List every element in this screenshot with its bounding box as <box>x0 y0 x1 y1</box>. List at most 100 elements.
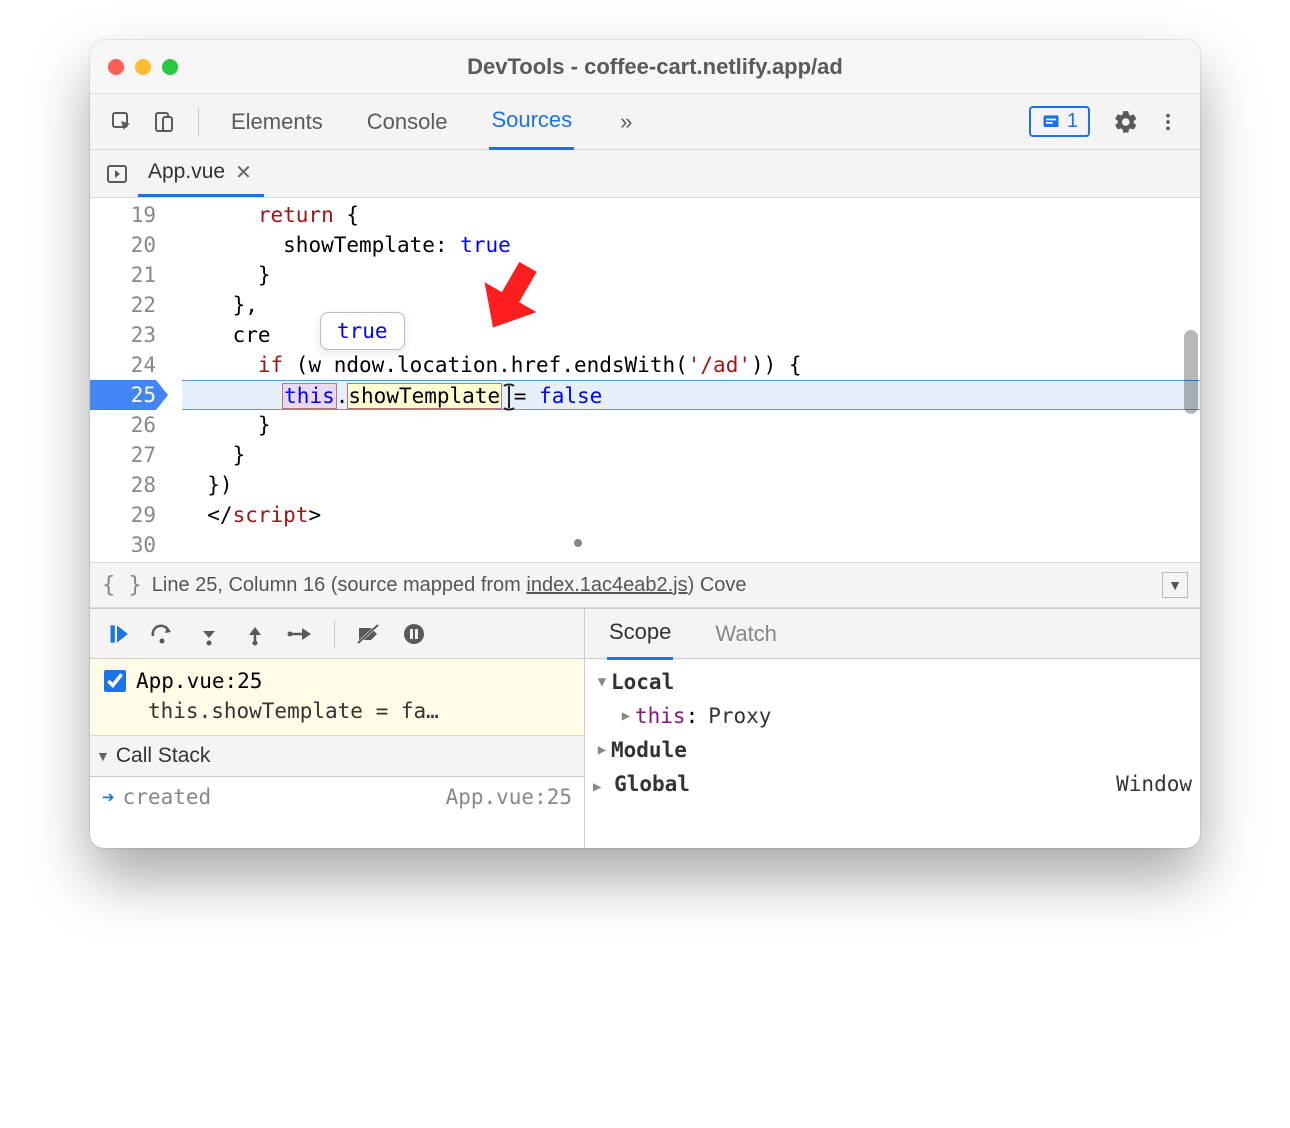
navigator-toggle-icon[interactable] <box>100 157 134 191</box>
call-stack-frame[interactable]: ➔ created App.vue:25 <box>90 777 584 817</box>
scope-local[interactable]: ▼ Local <box>593 665 1192 699</box>
call-stack-header[interactable]: ▼ Call Stack <box>90 736 584 777</box>
code-line: showTemplate: true <box>182 230 1200 260</box>
status-dropdown-icon[interactable]: ▼ <box>1162 572 1188 598</box>
settings-icon[interactable] <box>1108 104 1144 140</box>
scope-this[interactable]: ▶ this: Proxy <box>593 699 1192 733</box>
pretty-print-icon[interactable]: { } <box>102 573 142 598</box>
step-into-button[interactable] <box>194 619 224 649</box>
breakpoint-checkbox[interactable] <box>104 670 126 692</box>
step-out-button[interactable] <box>240 619 270 649</box>
devtools-window: DevTools - coffee-cart.netlify.app/ad El… <box>90 40 1200 848</box>
more-tabs-icon[interactable]: » <box>620 109 632 135</box>
scope-module[interactable]: ▶ Module <box>593 733 1192 767</box>
separator <box>334 620 335 648</box>
disclosure-triangle-icon: ▶ <box>617 708 635 724</box>
code-line: if (window.location.href.endsWith('/ad')… <box>182 350 1200 380</box>
tab-console[interactable]: Console <box>365 95 450 149</box>
line-number[interactable]: 22 <box>90 290 156 320</box>
pause-exceptions-button[interactable] <box>399 619 429 649</box>
status-text: Line 25, Column 16 (source mapped from i… <box>152 574 1152 597</box>
line-number[interactable]: 28 <box>90 470 156 500</box>
scrollbar-thumb[interactable] <box>1184 330 1198 414</box>
scope-tree: ▼ Local ▶ this: Proxy ▶ Module ▶ Global <box>585 659 1200 807</box>
line-number[interactable]: 21 <box>90 260 156 290</box>
zoom-window-button[interactable] <box>162 59 178 75</box>
execution-line: this.showTemplate = false <box>182 380 1200 410</box>
scope-key: this <box>635 704 686 728</box>
status-bar: { } Line 25, Column 16 (source mapped fr… <box>90 562 1200 608</box>
inspect-element-icon[interactable] <box>104 104 140 140</box>
resume-button[interactable] <box>102 619 132 649</box>
line-number[interactable]: 29 <box>90 500 156 530</box>
scope-watch-pane: Scope Watch ▼ Local ▶ this: Proxy ▶ Modu… <box>585 609 1200 848</box>
deactivate-breakpoints-button[interactable] <box>353 619 383 649</box>
code-editor[interactable]: 19 20 21 22 23 24 25 26 27 28 29 30 retu… <box>90 198 1200 562</box>
line-number[interactable]: 19 <box>90 200 156 230</box>
code-line: return { <box>182 200 1200 230</box>
call-stack-title: Call Stack <box>116 744 211 768</box>
main-toolbar: Elements Console Sources » 1 <box>90 94 1200 150</box>
line-gutter[interactable]: 19 20 21 22 23 24 25 26 27 28 29 30 <box>90 198 170 562</box>
text-cursor-icon <box>500 382 518 419</box>
code-line: }) <box>182 470 1200 500</box>
line-number[interactable]: 30 <box>90 530 156 560</box>
scope-label: Global <box>614 772 690 796</box>
issues-count: 1 <box>1067 110 1078 133</box>
frame-function: created <box>123 785 212 809</box>
editor-wrap: 19 20 21 22 23 24 25 26 27 28 29 30 retu… <box>90 198 1200 562</box>
code-line: } <box>182 410 1200 440</box>
scroll-indicator-icon <box>574 539 582 547</box>
code-line <box>182 530 1200 560</box>
code-line: </script> <box>182 500 1200 530</box>
disclosure-triangle-icon: ▼ <box>593 674 611 690</box>
more-options-icon[interactable] <box>1150 104 1186 140</box>
debugger-left-pane: App.vue:25 this.showTemplate = fa… ▼ Cal… <box>90 609 585 848</box>
file-tab-app-vue[interactable]: App.vue ✕ <box>138 150 264 197</box>
source-map-link[interactable]: index.1ac4eab2.js <box>526 574 687 596</box>
disclosure-triangle-icon: ▶ <box>593 742 611 758</box>
tab-elements[interactable]: Elements <box>229 95 325 149</box>
close-window-button[interactable] <box>108 59 124 75</box>
issues-badge[interactable]: 1 <box>1029 106 1090 137</box>
titlebar: DevTools - coffee-cart.netlify.app/ad <box>90 40 1200 94</box>
breakpoint-location[interactable]: App.vue:25 <box>136 669 262 693</box>
code-lines: return { showTemplate: true } }, created… <box>170 198 1200 562</box>
window-controls <box>108 59 178 75</box>
tab-scope[interactable]: Scope <box>607 607 673 660</box>
minimize-window-button[interactable] <box>135 59 151 75</box>
scope-value: Window <box>1116 772 1192 796</box>
breakpoint-line-number[interactable]: 25 <box>90 380 156 410</box>
breakpoint-snippet: this.showTemplate = fa… <box>148 699 570 723</box>
tab-sources[interactable]: Sources <box>489 93 574 150</box>
file-tab-label: App.vue <box>148 160 225 184</box>
scope-label: Module <box>611 738 687 762</box>
step-over-button[interactable] <box>148 619 178 649</box>
debugger-toolbar <box>90 609 584 659</box>
code-line: } <box>182 260 1200 290</box>
frame-location: App.vue:25 <box>446 785 572 809</box>
file-tab-bar: App.vue ✕ <box>90 150 1200 198</box>
device-toggle-icon[interactable] <box>146 104 182 140</box>
disclosure-triangle-icon: ▼ <box>96 748 110 764</box>
line-number[interactable]: 27 <box>90 440 156 470</box>
separator <box>198 107 199 137</box>
step-button[interactable] <box>286 619 316 649</box>
line-number[interactable]: 20 <box>90 230 156 260</box>
value-tooltip: true <box>320 312 405 350</box>
close-tab-icon[interactable]: ✕ <box>233 160 254 185</box>
window-title: DevTools - coffee-cart.netlify.app/ad <box>178 54 1132 80</box>
tab-watch[interactable]: Watch <box>713 609 779 659</box>
current-frame-icon: ➔ <box>102 785 115 809</box>
code-line: } <box>182 440 1200 470</box>
paused-breakpoint-row: App.vue:25 this.showTemplate = fa… <box>90 659 584 736</box>
scope-watch-tabs: Scope Watch <box>585 609 1200 659</box>
disclosure-triangle-icon: ▶ <box>593 779 601 795</box>
line-number[interactable]: 24 <box>90 350 156 380</box>
line-number[interactable]: 26 <box>90 410 156 440</box>
scope-global[interactable]: ▶ Global Window <box>593 767 1192 801</box>
scope-value: Proxy <box>708 704 771 728</box>
debugger-pane: App.vue:25 this.showTemplate = fa… ▼ Cal… <box>90 608 1200 848</box>
panel-tabs: Elements Console Sources » <box>229 93 1023 150</box>
line-number[interactable]: 23 <box>90 320 156 350</box>
